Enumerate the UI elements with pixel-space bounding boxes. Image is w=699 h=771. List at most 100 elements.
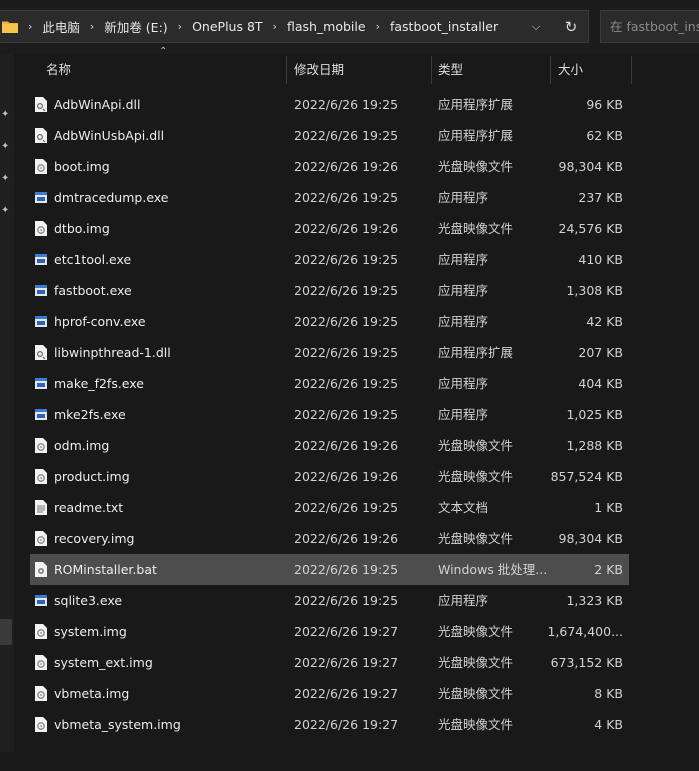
breadcrumb-item[interactable]: 新加卷 (E:) — [104, 17, 167, 36]
breadcrumb-item[interactable]: OnePlus 8T — [192, 19, 262, 34]
exe-icon — [35, 407, 47, 422]
chevron-down-icon: ⌵ — [531, 19, 541, 33]
file-name: make_f2fs.exe — [54, 376, 144, 391]
file-name: product.img — [54, 469, 130, 484]
file-modified-date: 2022/6/26 19:25 — [294, 314, 399, 329]
file-size: 96 KB — [586, 97, 623, 112]
file-modified-date: 2022/6/26 19:25 — [294, 190, 399, 205]
file-modified-date: 2022/6/26 19:25 — [294, 407, 399, 422]
file-type: 应用程序 — [438, 283, 489, 298]
column-divider[interactable] — [550, 56, 551, 84]
file-row[interactable]: recovery.img 2022/6/26 19:26 光盘映像文件 98,304 … — [30, 523, 629, 554]
file-row[interactable]: hprof-conv.exe 2022/6/26 19:25 应用程序 42 KB — [30, 306, 629, 337]
file-row[interactable]: boot.img 2022/6/26 19:26 光盘映像文件 98,304 KB — [30, 151, 629, 182]
file-name: sqlite3.exe — [54, 593, 123, 608]
file-row[interactable]: dtbo.img 2022/6/26 19:26 光盘映像文件 24,576 KB — [30, 213, 629, 244]
file-row[interactable]: dmtracedump.exe 2022/6/26 19:25 应用程序 237 KB — [30, 182, 629, 213]
file-row[interactable]: libwinpthread-1.dll 2022/6/26 19:25 应用程序扩展… — [30, 337, 629, 368]
file-size: 1,308 KB — [566, 283, 623, 298]
file-name: libwinpthread-1.dll — [54, 345, 171, 360]
img-icon — [35, 531, 47, 546]
file-size: 24,576 KB — [558, 221, 623, 236]
sort-ascending-icon: ⌃ — [159, 46, 168, 57]
file-type: 光盘映像文件 — [438, 531, 514, 546]
nav-selected-item[interactable] — [0, 619, 12, 645]
file-row[interactable]: sqlite3.exe 2022/6/26 19:25 应用程序 1,323 KB — [30, 585, 629, 616]
file-size: 98,304 KB — [558, 531, 623, 546]
img-icon — [35, 221, 47, 236]
file-name: system_ext.img — [54, 655, 153, 670]
file-modified-date: 2022/6/26 19:27 — [294, 624, 399, 639]
img-icon — [35, 159, 47, 174]
navigation-pane[interactable]: ✦ ✦ ✦ ✦ — [0, 54, 14, 752]
file-modified-date: 2022/6/26 19:25 — [294, 97, 399, 112]
file-modified-date: 2022/6/26 19:25 — [294, 593, 399, 608]
column-header-name[interactable]: 名称 — [46, 54, 71, 86]
file-row[interactable]: make_f2fs.exe 2022/6/26 19:25 应用程序 404 KB — [30, 368, 629, 399]
column-header-date[interactable]: 修改日期 — [294, 54, 344, 86]
file-type: 光盘映像文件 — [438, 717, 514, 732]
file-name: system.img — [54, 624, 127, 639]
file-size: 857,524 KB — [550, 469, 623, 484]
file-type: 应用程序 — [438, 190, 489, 205]
file-modified-date: 2022/6/26 19:26 — [294, 531, 399, 546]
file-row[interactable]: product.img 2022/6/26 19:26 光盘映像文件 857,524 … — [30, 461, 629, 492]
address-history-dropdown[interactable]: ⌵ — [520, 11, 552, 42]
file-row[interactable]: odm.img 2022/6/26 19:26 光盘映像文件 1,288 KB — [30, 430, 629, 461]
file-size: 42 KB — [586, 314, 623, 329]
breadcrumb-separator-icon[interactable]: › — [90, 20, 94, 33]
file-modified-date: 2022/6/26 19:25 — [294, 283, 399, 298]
file-size: 237 KB — [578, 190, 623, 205]
breadcrumb-item[interactable]: fastboot_installer — [390, 19, 498, 34]
file-name: AdbWinApi.dll — [54, 97, 141, 112]
breadcrumb-item[interactable]: flash_mobile — [287, 19, 366, 34]
column-header-type[interactable]: 类型 — [438, 54, 463, 86]
file-row-partial[interactable] — [30, 740, 629, 771]
file-name: readme.txt — [54, 500, 124, 515]
file-row[interactable]: vbmeta.img 2022/6/26 19:27 光盘映像文件 8 KB — [30, 678, 629, 709]
file-row[interactable]: AdbWinUsbApi.dll 2022/6/26 19:25 应用程序扩展 62 … — [30, 120, 629, 151]
bat-icon — [35, 562, 47, 577]
file-type: 应用程序扩展 — [438, 128, 514, 143]
file-type: 应用程序 — [438, 593, 489, 608]
column-header-size[interactable]: 大小 — [558, 54, 583, 86]
file-type: 文本文档 — [438, 500, 489, 515]
file-row[interactable]: ROMinstaller.bat 2022/6/26 19:25 Windows 批… — [30, 554, 629, 585]
file-row[interactable]: system_ext.img 2022/6/26 19:27 光盘映像文件 673,1… — [30, 647, 629, 678]
refresh-button[interactable]: ↻ — [555, 11, 587, 42]
file-modified-date: 2022/6/26 19:26 — [294, 221, 399, 236]
file-type: 光盘映像文件 — [438, 159, 514, 174]
search-input[interactable]: 在 fastboot_installer 中搜索 — [600, 10, 699, 43]
file-modified-date: 2022/6/26 19:27 — [294, 717, 399, 732]
file-row[interactable]: system.img 2022/6/26 19:27 光盘映像文件 1,674,400… — [30, 616, 629, 647]
address-bar[interactable]: › 此电脑 › 新加卷 (E:) › OnePlus 8T › flash_mobile › fa… — [0, 10, 589, 43]
img-icon — [35, 717, 47, 732]
breadcrumb-item[interactable]: 此电脑 — [42, 17, 80, 36]
file-row[interactable]: AdbWinApi.dll 2022/6/26 19:25 应用程序扩展 96 KB — [30, 89, 629, 120]
column-divider[interactable] — [631, 56, 632, 84]
breadcrumb-separator-icon[interactable]: › — [376, 20, 380, 33]
file-row[interactable]: mke2fs.exe 2022/6/26 19:25 应用程序 1,025 KB — [30, 399, 629, 430]
file-modified-date: 2022/6/26 19:27 — [294, 655, 399, 670]
file-size: 8 KB — [594, 686, 623, 701]
exe-icon — [35, 252, 47, 267]
img-icon — [35, 655, 47, 670]
breadcrumb-separator-icon[interactable]: › — [273, 20, 277, 33]
pin-icon: ✦ — [1, 141, 10, 152]
column-divider[interactable] — [286, 56, 287, 84]
dll-icon — [35, 128, 47, 143]
file-name: dtbo.img — [54, 221, 110, 236]
file-row[interactable]: etc1tool.exe 2022/6/26 19:25 应用程序 410 KB — [30, 244, 629, 275]
file-row[interactable]: vbmeta_system.img 2022/6/26 19:27 光盘映像文件 4 … — [30, 709, 629, 740]
dll-icon — [35, 345, 47, 360]
file-row[interactable]: readme.txt 2022/6/26 19:25 文本文档 1 KB — [30, 492, 629, 523]
file-row[interactable]: fastboot.exe 2022/6/26 19:25 应用程序 1,308 KB — [30, 275, 629, 306]
file-name: dmtracedump.exe — [54, 190, 169, 205]
dll-icon — [35, 97, 47, 112]
breadcrumb-separator-icon[interactable]: › — [178, 20, 182, 33]
file-size: 410 KB — [578, 252, 623, 267]
file-modified-date: 2022/6/26 19:26 — [294, 159, 399, 174]
column-divider[interactable] — [431, 56, 432, 84]
file-name: recovery.img — [54, 531, 135, 546]
breadcrumb-separator-icon[interactable]: › — [28, 20, 32, 33]
